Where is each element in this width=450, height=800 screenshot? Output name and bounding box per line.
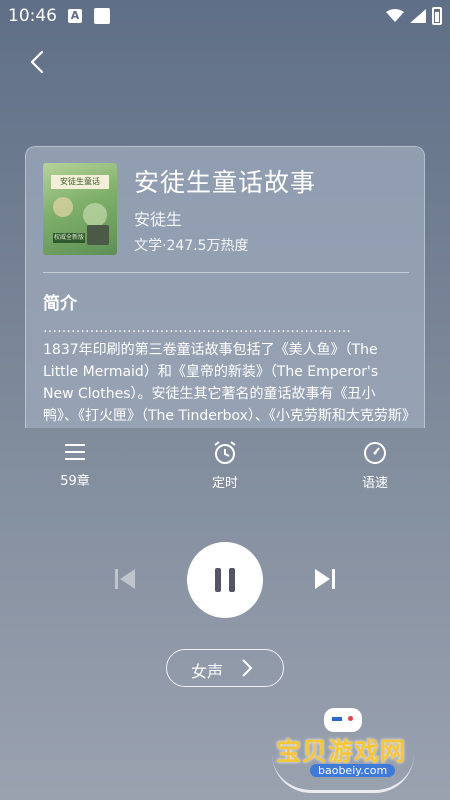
tool-row: 59章 定时 语速 <box>0 440 450 500</box>
status-bar: 10:46 A <box>0 0 450 32</box>
watermark-text: 宝贝游戏网 <box>276 737 407 766</box>
pause-icon <box>229 568 235 592</box>
wifi-icon <box>386 9 404 22</box>
intro-text-body: 1837年印刷的第三卷童话故事包括了《美人鱼》（The Little Merma… <box>43 342 409 424</box>
watermark-url: baobeiy.com <box>310 764 396 777</box>
intro-heading: 简介 <box>43 294 77 314</box>
timer-label: 定时 <box>211 476 238 491</box>
timer-button[interactable]: 定时 <box>190 440 260 491</box>
speedometer-icon <box>364 442 386 464</box>
cover-decoration <box>53 197 73 217</box>
intro-text-cut-line: ………………………………………………………… <box>43 320 351 336</box>
pause-icon <box>215 568 221 592</box>
next-track-icon[interactable] <box>313 567 337 591</box>
book-title: 安徒生童话故事 <box>134 168 317 197</box>
previous-track-icon[interactable] <box>113 567 137 591</box>
chevron-right-icon <box>242 659 253 677</box>
cover-decoration <box>83 203 107 227</box>
battery-icon <box>432 7 442 25</box>
pause-button[interactable] <box>187 542 263 618</box>
intro-text[interactable]: ………………………………………………………… 1837年印刷的第三卷童话故事包括… <box>43 320 409 428</box>
status-time: 10:46 <box>8 6 57 26</box>
voice-selector-button[interactable]: 女声 <box>166 649 284 687</box>
signal-icon <box>410 9 426 23</box>
list-icon <box>65 444 85 460</box>
chapters-button[interactable]: 59章 <box>40 440 110 489</box>
back-arrow-icon[interactable] <box>24 48 52 76</box>
watermark: 宝贝游戏网 baobeiy.com <box>268 704 418 794</box>
alarm-clock-icon <box>214 441 236 464</box>
playback-controls <box>0 540 450 620</box>
cover-portrait <box>87 225 109 245</box>
notification-app-icon: A <box>68 9 82 23</box>
speed-button[interactable]: 语速 <box>340 440 410 491</box>
book-cover-image[interactable]: 安徒生童话 权威全新版 <box>43 163 117 255</box>
voice-label: 女声 <box>191 662 224 681</box>
cover-subtitle-text: 权威全新版 <box>53 233 85 243</box>
cover-title-text: 安徒生童话 <box>51 175 109 189</box>
book-category-popularity: 文学·247.5万热度 <box>134 238 249 254</box>
gamepad-icon <box>324 708 362 732</box>
speed-label: 语速 <box>361 476 388 491</box>
book-info-card: 安徒生童话 权威全新版 安徒生童话故事 安徒生 文学·247.5万热度 简介 …… <box>25 146 425 428</box>
notification-square-icon <box>94 8 110 24</box>
chapters-label: 59章 <box>60 474 90 489</box>
divider <box>43 272 409 273</box>
book-author: 安徒生 <box>134 210 183 229</box>
